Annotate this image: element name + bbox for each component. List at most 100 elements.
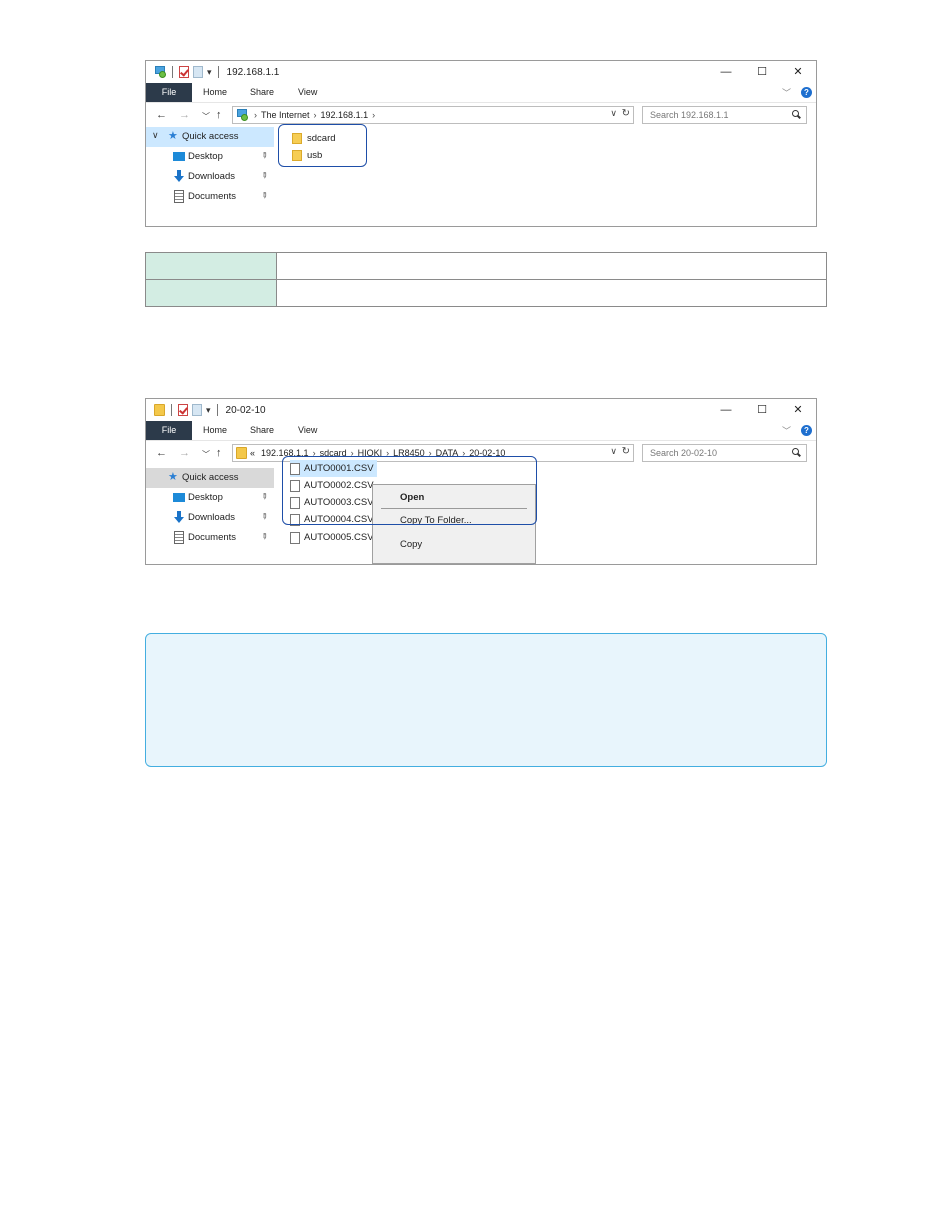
quick-access-toolbar: ▾ 192.168.1.1 (154, 65, 279, 79)
breadcrumb-separator: › (254, 110, 257, 120)
window-title: 192.168.1.1 (226, 66, 280, 78)
maximize-button[interactable]: ☐ (744, 399, 780, 421)
new-folder-icon[interactable] (193, 66, 203, 78)
nav-documents[interactable]: Documents ✎ (146, 528, 274, 548)
table-value-cell (276, 252, 827, 280)
navigation-bar: ← → ﹀ ↑ › The Internet › 192.168.1.1 › ∨… (146, 102, 816, 129)
expand-ribbon-icon[interactable]: ﹀ (782, 424, 791, 437)
nav-quick-access[interactable]: ★ Quick access (146, 468, 274, 488)
tab-home[interactable]: Home (203, 421, 227, 440)
properties-icon[interactable] (179, 66, 189, 78)
file-item-auto0005[interactable]: AUTO0005.CSV (290, 529, 377, 546)
tab-file[interactable]: File (146, 83, 192, 102)
back-arrow-icon[interactable]: ← (156, 447, 167, 459)
nav-documents[interactable]: Documents ✎ (146, 187, 274, 207)
table-row (145, 279, 827, 307)
pin-icon: ✎ (258, 189, 270, 202)
expand-ribbon-icon[interactable]: ﹀ (782, 86, 791, 99)
search-icon[interactable] (791, 445, 801, 461)
nav-quick-access[interactable]: ∨ ★ Quick access (146, 127, 274, 147)
search-input[interactable]: Search 20-02-10 (642, 444, 807, 462)
recent-locations-chevron-icon[interactable]: ﹀ (202, 111, 210, 122)
breadcrumb-host[interactable]: 192.168.1.1 (321, 110, 369, 120)
nav-downloads[interactable]: Downloads ✎ (146, 508, 274, 528)
forward-arrow-icon[interactable]: → (179, 447, 190, 459)
back-arrow-icon[interactable]: ← (156, 109, 167, 121)
search-placeholder: Search 192.168.1.1 (650, 110, 729, 120)
breadcrumb-separator[interactable]: › (372, 110, 375, 120)
documents-icon (174, 531, 184, 544)
recent-locations-chevron-icon[interactable]: ﹀ (202, 449, 210, 460)
title-bar: ▾ 20-02-10 — ☐ ✕ (146, 399, 816, 421)
up-arrow-icon[interactable]: ↑ (216, 447, 222, 459)
search-placeholder: Search 20-02-10 (650, 448, 718, 458)
nav-label: Quick access (182, 131, 239, 142)
close-button[interactable]: ✕ (780, 61, 816, 83)
window-controls: — ☐ ✕ (708, 399, 816, 421)
maximize-button[interactable]: ☐ (744, 61, 780, 83)
expand-chevron-icon[interactable]: ∨ (152, 130, 159, 141)
nav-desktop[interactable]: Desktop ✎ (146, 488, 274, 508)
address-dropdown-icon[interactable]: ∨ (610, 446, 617, 457)
refresh-icon[interactable]: ↻ (622, 446, 630, 457)
address-dropdown-icon[interactable]: ∨ (610, 108, 617, 119)
network-computer-icon (154, 66, 166, 78)
ribbon-tabs: File Home Share View ﹀ ? (146, 83, 816, 102)
help-icon[interactable]: ? (801, 425, 812, 436)
folder-icon (154, 404, 165, 416)
customize-toolbar-icon[interactable]: ▾ (206, 404, 211, 416)
tab-home[interactable]: Home (203, 83, 227, 102)
desktop-icon (173, 152, 185, 161)
refresh-icon[interactable]: ↻ (622, 108, 630, 119)
tab-view[interactable]: View (298, 83, 317, 102)
new-folder-icon[interactable] (192, 404, 202, 416)
tab-view[interactable]: View (298, 421, 317, 440)
info-table (145, 252, 827, 307)
nav-label: Quick access (182, 472, 239, 483)
table-value-cell (276, 279, 827, 307)
toolbar-separator (172, 66, 173, 78)
search-input[interactable]: Search 192.168.1.1 (642, 106, 807, 124)
nav-label: Downloads (188, 171, 235, 182)
ribbon-right: ﹀ ? (782, 424, 812, 437)
navigation-pane: ∨ ★ Quick access Desktop ✎ Downloads ✎ D… (146, 127, 274, 207)
tab-share[interactable]: Share (250, 421, 274, 440)
network-computer-icon (236, 109, 248, 121)
tab-file[interactable]: File (146, 421, 192, 440)
files-menu-highlight (282, 456, 537, 525)
quick-access-toolbar: ▾ 20-02-10 (154, 403, 266, 417)
help-icon[interactable]: ? (801, 87, 812, 98)
ribbon-tabs: File Home Share View ﹀ ? (146, 421, 816, 440)
nav-label: Downloads (188, 512, 235, 523)
breadcrumb-separator[interactable]: › (314, 110, 317, 120)
star-icon: ★ (168, 130, 178, 142)
properties-icon[interactable] (178, 404, 188, 416)
context-menu-copy[interactable]: Copy (400, 539, 422, 550)
nav-desktop[interactable]: Desktop ✎ (146, 147, 274, 167)
document-icon (290, 531, 300, 544)
pin-icon: ✎ (258, 510, 270, 523)
table-header-cell (145, 279, 277, 307)
close-button[interactable]: ✕ (780, 399, 816, 421)
forward-arrow-icon[interactable]: → (179, 109, 190, 121)
window-title: 20-02-10 (225, 404, 266, 416)
desktop-icon (173, 493, 185, 502)
address-bar[interactable]: › The Internet › 192.168.1.1 › ∨ ↻ (232, 106, 634, 124)
table-row (145, 252, 827, 280)
documents-icon (174, 190, 184, 203)
tab-share[interactable]: Share (250, 83, 274, 102)
downloads-icon (174, 511, 184, 524)
minimize-button[interactable]: — (708, 61, 744, 83)
minimize-button[interactable]: — (708, 399, 744, 421)
customize-toolbar-icon[interactable]: ▾ (207, 66, 212, 78)
breadcrumb-the-internet[interactable]: The Internet (261, 110, 310, 120)
nav-label: Documents (188, 532, 237, 543)
explorer-window-2: ▾ 20-02-10 — ☐ ✕ File Home Share View ﹀ … (145, 398, 817, 565)
up-arrow-icon[interactable]: ↑ (216, 109, 222, 121)
pin-icon: ✎ (258, 490, 270, 503)
nav-downloads[interactable]: Downloads ✎ (146, 167, 274, 187)
search-icon[interactable] (791, 107, 801, 123)
breadcrumb-overflow[interactable]: « (250, 448, 255, 458)
pin-icon: ✎ (258, 169, 270, 182)
nav-label: Documents (188, 191, 237, 202)
